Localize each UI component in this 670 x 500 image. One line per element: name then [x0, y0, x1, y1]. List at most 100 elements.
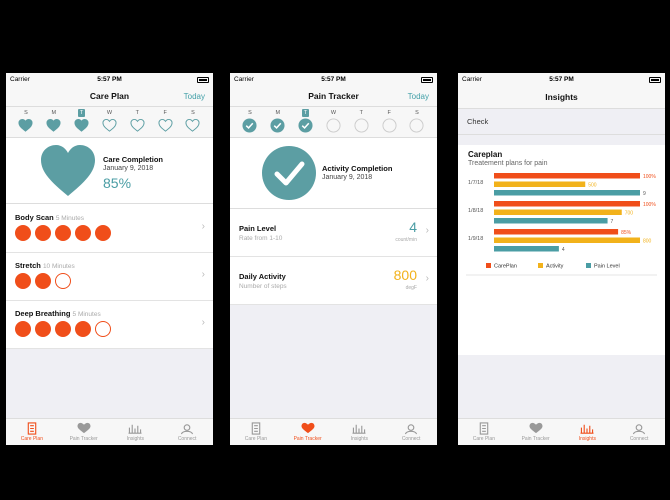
- legend-swatch: [538, 263, 543, 268]
- tab-pain-tracker[interactable]: Pain Tracker: [58, 419, 110, 445]
- status-bar: Carrier 5:57 PM: [458, 73, 665, 86]
- chevron-right-icon: ›: [201, 269, 205, 280]
- bar-value-label: 500: [588, 182, 597, 188]
- tab-connect[interactable]: Connect: [161, 419, 213, 445]
- completed-dot[interactable]: [95, 225, 111, 241]
- activity-row-stretch[interactable]: Stretch 10 Minutes ›: [6, 253, 213, 301]
- tab-pain-tracker[interactable]: Pain Tracker: [282, 419, 334, 445]
- completed-dot[interactable]: [35, 273, 51, 289]
- row-subtitle: Rate from 1-10: [239, 235, 283, 242]
- day-6[interactable]: S: [183, 109, 203, 137]
- day-4[interactable]: T: [351, 109, 371, 137]
- activity-row-body-scan[interactable]: Body Scan 5 Minutes ›: [6, 204, 213, 253]
- bar-value-label: 700: [625, 210, 634, 216]
- activity-title: Body Scan 5 Minutes: [15, 213, 85, 222]
- care-plan-screen: Carrier 5:57 PM Care Plan Today SMTWTFS …: [6, 73, 213, 445]
- heart-filled-icon: [74, 118, 89, 132]
- day-2[interactable]: T: [296, 109, 316, 137]
- completed-dot[interactable]: [55, 225, 71, 241]
- completed-dot[interactable]: [55, 321, 71, 337]
- nav-bar: Insights: [458, 86, 665, 109]
- check-label: Check: [467, 117, 489, 126]
- bar-activity: [494, 237, 640, 243]
- tab-care-plan[interactable]: Care Plan: [6, 419, 58, 445]
- tab-connect[interactable]: Connect: [613, 419, 665, 445]
- row-title: Pain Level: [239, 224, 277, 233]
- heart-outline-icon: [185, 118, 201, 132]
- person-icon: [633, 424, 646, 435]
- tab-care-plan[interactable]: Care Plan: [230, 419, 282, 445]
- summary-date: January 9, 2018: [322, 174, 373, 181]
- pending-dot[interactable]: [55, 273, 71, 289]
- bar-chart-icon: [580, 424, 594, 434]
- completed-dot[interactable]: [15, 321, 31, 337]
- careplan-chart-card: Careplan Treatement plans for pain 1/7/1…: [458, 145, 665, 355]
- pending-dot[interactable]: [95, 321, 111, 337]
- day-label: T: [78, 109, 86, 117]
- battery-icon: [649, 76, 661, 83]
- completed-dot[interactable]: [35, 225, 51, 241]
- tab-insights[interactable]: Insights: [562, 419, 614, 445]
- legend-label: Pain Level: [594, 264, 620, 270]
- nav-bar: Pain Tracker Today: [230, 86, 437, 107]
- activity-title: Deep Breathing 5 Minutes: [15, 309, 101, 318]
- day-1[interactable]: M: [268, 109, 288, 137]
- tab-connect[interactable]: Connect: [385, 419, 437, 445]
- empty-circle-icon: [326, 118, 341, 133]
- bar-activity: [494, 209, 622, 215]
- bar-pain-level: [494, 218, 608, 224]
- tab-insights[interactable]: Insights: [334, 419, 386, 445]
- tracker-row-daily-activity[interactable]: Daily Activity Number of steps 800 degF …: [230, 257, 437, 305]
- completed-dot[interactable]: [15, 225, 31, 241]
- day-label: S: [191, 110, 195, 116]
- summary-date: January 9, 2018: [103, 165, 154, 172]
- check-circle-icon: [270, 118, 285, 133]
- clipboard-icon: [251, 422, 261, 435]
- category-label: 1/7/18: [468, 180, 483, 186]
- activity-row-deep-breathing[interactable]: Deep Breathing 5 Minutes ›: [6, 301, 213, 349]
- page-title: Insights: [545, 92, 578, 102]
- day-3[interactable]: W: [323, 109, 343, 137]
- tab-insights[interactable]: Insights: [110, 419, 162, 445]
- bar-pain-level: [494, 190, 640, 196]
- card-subtitle: Treatement plans for pain: [468, 160, 548, 167]
- empty-circle-icon: [409, 118, 425, 133]
- day-label: W: [330, 110, 337, 116]
- tracker-row-pain-level[interactable]: Pain Level Rate from 1-10 4 count/min ›: [230, 209, 437, 257]
- tab-label: Connect: [177, 436, 197, 442]
- day-4[interactable]: T: [127, 109, 147, 137]
- activity-title: Stretch 10 Minutes: [15, 261, 75, 270]
- tab-care-plan[interactable]: Care Plan: [458, 419, 510, 445]
- check-circle-icon: [242, 118, 257, 133]
- day-5[interactable]: F: [155, 109, 175, 137]
- day-0[interactable]: S: [16, 109, 36, 137]
- today-button[interactable]: Today: [184, 92, 205, 101]
- completed-dot[interactable]: [75, 321, 91, 337]
- day-1[interactable]: M: [44, 109, 64, 137]
- tab-bar: Care Plan Pain Tracker Insights Connect: [458, 418, 665, 445]
- heart-icon: [77, 422, 91, 434]
- today-button[interactable]: Today: [408, 92, 429, 101]
- tab-pain-tracker[interactable]: Pain Tracker: [510, 419, 562, 445]
- day-6[interactable]: S: [407, 109, 427, 137]
- status-bar: Carrier 5:57 PM: [230, 73, 437, 86]
- bar-value-label: 100%: [643, 174, 656, 180]
- day-3[interactable]: W: [99, 109, 119, 137]
- day-2[interactable]: T: [72, 109, 92, 137]
- day-5[interactable]: F: [379, 109, 399, 137]
- nav-bar: Care Plan Today: [6, 86, 213, 107]
- tab-label: Pain Tracker: [293, 436, 322, 442]
- day-label: T: [302, 109, 310, 117]
- week-selector: SMTWTFS: [6, 107, 213, 138]
- completed-dot[interactable]: [15, 273, 31, 289]
- legend-label: CarePlan: [494, 264, 517, 270]
- tab-label: Insights: [350, 436, 368, 442]
- day-label: F: [387, 110, 391, 116]
- activity-dots: [15, 225, 111, 241]
- row-value: 4 count/min: [395, 219, 417, 243]
- completed-dot[interactable]: [35, 321, 51, 337]
- legend-label: Activity: [546, 264, 564, 270]
- bar-value-label: 9: [643, 191, 646, 197]
- completed-dot[interactable]: [75, 225, 91, 241]
- day-0[interactable]: S: [240, 109, 260, 137]
